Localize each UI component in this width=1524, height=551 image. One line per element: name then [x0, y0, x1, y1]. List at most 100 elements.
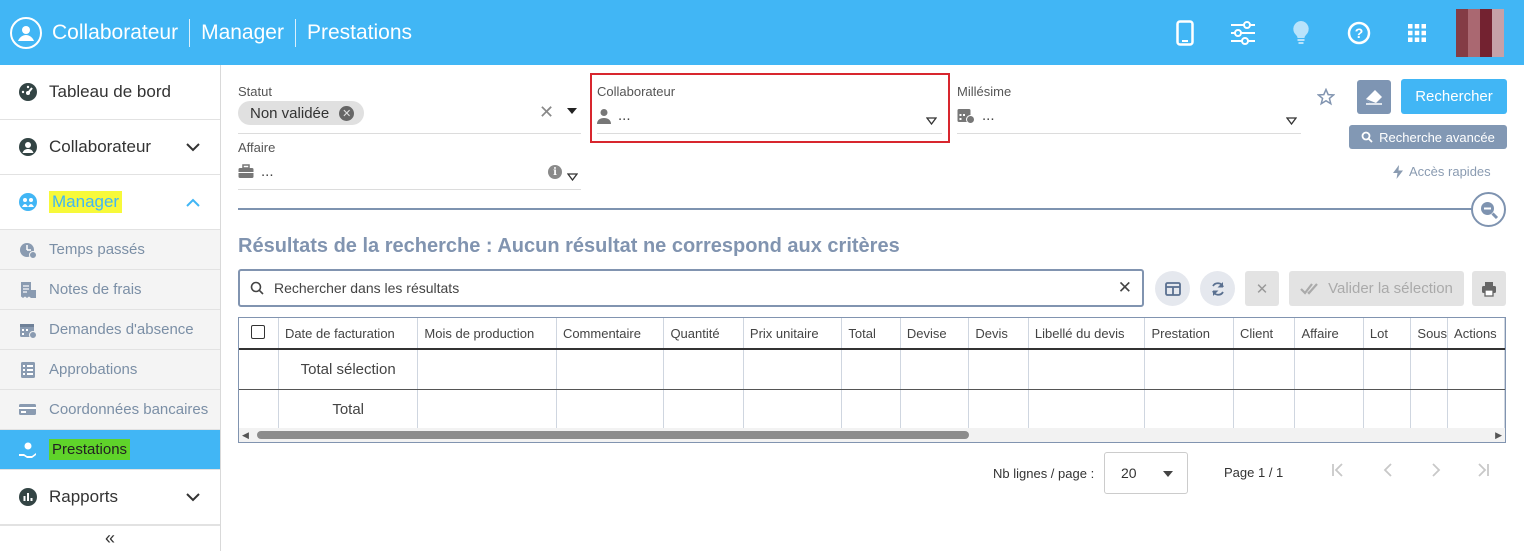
sidebar-item-rapports[interactable]: Rapports: [0, 470, 220, 525]
clear-search-icon[interactable]: ✕: [1118, 278, 1132, 298]
validate-selection-label: Valider la sélection: [1328, 280, 1453, 297]
column-header[interactable]: Commentaire: [556, 318, 665, 350]
toggle-filters-button[interactable]: [1471, 192, 1506, 227]
column-header[interactable]: Prix unitaire: [743, 318, 843, 350]
table-row-total-selection: Total sélection: [239, 349, 1505, 390]
columns-button[interactable]: [1155, 271, 1190, 306]
table-cell: [239, 349, 279, 390]
clear-selection-button[interactable]: ✕: [1245, 271, 1279, 306]
column-header[interactable]: Affaire: [1294, 318, 1364, 350]
clear-statut-icon[interactable]: ✕: [539, 102, 554, 123]
column-header[interactable]: Client: [1233, 318, 1296, 350]
column-header[interactable]: Prestation: [1144, 318, 1234, 350]
column-header[interactable]: Total: [841, 318, 901, 350]
crumb-prestations[interactable]: Prestations: [307, 21, 412, 45]
advanced-search-button[interactable]: Recherche avancée: [1349, 125, 1507, 149]
statut-chip-label: Non validée: [250, 104, 330, 122]
scrollbar-thumb[interactable]: [257, 431, 969, 439]
table-cell: [1028, 349, 1146, 390]
table-cell: [417, 349, 557, 390]
column-header[interactable]: Lot: [1363, 318, 1412, 350]
crumb-separator: [189, 18, 191, 47]
sliders-icon[interactable]: [1214, 20, 1272, 45]
table-cell: [968, 389, 1029, 429]
first-page-icon[interactable]: [1330, 462, 1346, 483]
statut-chip[interactable]: Non validée ✕: [238, 101, 365, 125]
millesime-field[interactable]: ...: [957, 107, 995, 124]
sidebar-item-label: Collaborateur: [49, 137, 152, 156]
sidebar-subitem-notes-de-frais[interactable]: Notes de frais: [0, 270, 220, 310]
list-icon: [16, 361, 40, 379]
user-avatar[interactable]: [1456, 8, 1504, 57]
crumb-manager[interactable]: Manager: [201, 21, 284, 45]
sidebar-subitem-temps-passes[interactable]: Temps passés: [0, 230, 220, 270]
sidebar-item-manager[interactable]: Manager: [0, 175, 220, 230]
millesime-caret-icon[interactable]: [1285, 112, 1298, 130]
chip-remove-icon[interactable]: ✕: [339, 105, 355, 121]
search-button[interactable]: Rechercher: [1401, 79, 1507, 114]
calendar-clock-icon: [957, 109, 975, 124]
sidebar-subitem-label: Demandes d'absence: [49, 321, 194, 338]
page-indicator: Page 1 / 1: [1224, 465, 1284, 480]
select-all-header: [239, 318, 279, 350]
table-cell: [239, 389, 279, 429]
apps-grid-icon[interactable]: [1388, 23, 1446, 42]
affaire-caret-icon[interactable]: [566, 168, 579, 186]
sidebar-subitem-prestations[interactable]: Prestations: [0, 430, 220, 470]
caret-down-icon: [1163, 471, 1173, 477]
svg-text:?: ?: [1355, 25, 1364, 41]
lightbulb-icon[interactable]: [1272, 20, 1330, 46]
sidebar-subitem-demandes-absence[interactable]: Demandes d'absence: [0, 310, 220, 350]
column-header[interactable]: Devise: [900, 318, 970, 350]
column-header[interactable]: Actions: [1447, 318, 1505, 350]
mobile-icon[interactable]: [1156, 19, 1214, 46]
table-cell: [1410, 389, 1449, 429]
results-table: Date de facturation Mois de production C…: [238, 317, 1506, 443]
statut-dropdown-caret-icon[interactable]: [567, 108, 577, 114]
select-all-checkbox[interactable]: [251, 324, 266, 339]
app-logo-icon[interactable]: [10, 16, 42, 49]
user-circle-icon: [16, 137, 40, 157]
rows-per-page-select[interactable]: 20: [1104, 452, 1188, 494]
header-icons: ?: [1156, 0, 1524, 65]
column-header[interactable]: Libellé du devis: [1028, 318, 1146, 350]
star-icon[interactable]: [1316, 87, 1336, 111]
crumb-collaborateur[interactable]: Collaborateur: [52, 21, 178, 45]
results-search-input[interactable]: Rechercher dans les résultats ✕: [238, 269, 1144, 307]
sidebar-subitem-label: Approbations: [49, 361, 138, 378]
column-header[interactable]: Devis: [968, 318, 1029, 350]
affaire-field[interactable]: ...: [238, 163, 274, 180]
statut-label: Statut: [238, 84, 272, 99]
sidebar-collapse-button[interactable]: «: [0, 525, 220, 551]
table-cell: [1447, 349, 1505, 390]
previous-page-icon[interactable]: [1380, 462, 1396, 483]
next-page-icon[interactable]: [1428, 462, 1444, 483]
help-icon[interactable]: ?: [1330, 21, 1388, 45]
info-icon[interactable]: i: [548, 165, 562, 179]
print-button[interactable]: [1472, 271, 1506, 306]
quick-access-link[interactable]: Accès rapides: [1393, 164, 1491, 179]
validate-selection-button[interactable]: Valider la sélection: [1289, 271, 1464, 306]
horizontal-scrollbar[interactable]: ◀ ▶: [239, 428, 1505, 442]
reports-icon: [16, 487, 40, 507]
calendar-icon: [16, 321, 40, 339]
sidebar-subitem-coordonnees-bancaires[interactable]: Coordonnées bancaires: [0, 390, 220, 430]
column-header[interactable]: Sous: [1410, 318, 1449, 350]
sidebar-item-tableau-de-bord[interactable]: Tableau de bord: [0, 65, 220, 120]
last-page-icon[interactable]: [1475, 462, 1491, 483]
sidebar-item-collaborateur[interactable]: Collaborateur: [0, 120, 220, 175]
scroll-left-icon[interactable]: ◀: [242, 430, 249, 441]
table-cell: [900, 389, 970, 429]
chevron-up-icon: [186, 192, 200, 212]
refresh-button[interactable]: [1200, 271, 1235, 306]
sidebar-subitem-approbations[interactable]: Approbations: [0, 350, 220, 390]
statut-underline: [238, 133, 581, 134]
column-header[interactable]: Mois de production: [417, 318, 557, 350]
column-header[interactable]: Quantité: [663, 318, 744, 350]
close-icon: ✕: [1255, 280, 1269, 298]
table-cell: [1294, 389, 1364, 429]
reset-filters-button[interactable]: [1357, 80, 1391, 114]
column-header[interactable]: Date de facturation: [278, 318, 419, 350]
scroll-right-icon[interactable]: ▶: [1495, 430, 1502, 441]
table-row-total: Total: [239, 389, 1505, 429]
